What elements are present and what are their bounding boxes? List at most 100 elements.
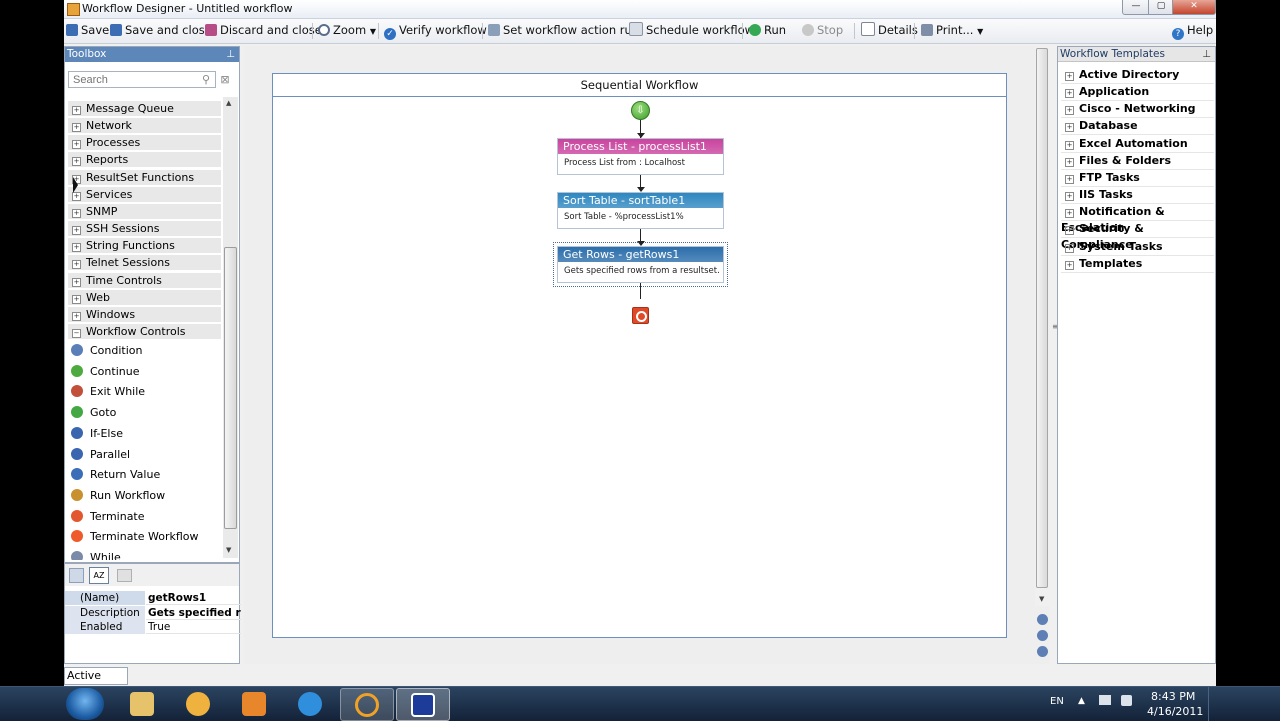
template-category[interactable]: + IIS Tasks: [1061, 187, 1214, 205]
expand-icon[interactable]: +: [72, 157, 81, 167]
taskbar-workflow-designer[interactable]: [396, 688, 450, 721]
volume-icon[interactable]: [1121, 695, 1132, 706]
discard-and-close-button[interactable]: Discard and close: [205, 22, 322, 39]
pin-icon[interactable]: ⊥: [1202, 47, 1211, 62]
toolbox-category[interactable]: + Message Queue: [68, 101, 221, 117]
verify-workflow-button[interactable]: ✓ Verify workflow: [384, 22, 487, 40]
property-value[interactable]: Gets specified rows: [146, 606, 241, 620]
property-value[interactable]: getRows1: [146, 591, 241, 605]
toolbox-category[interactable]: + ResultSet Functions: [68, 169, 221, 186]
expand-icon[interactable]: +: [72, 226, 81, 236]
toolbox-category[interactable]: + Telnet Sessions: [68, 255, 221, 272]
toolbox-category[interactable]: − Workflow Controls: [68, 323, 221, 340]
show-desktop-button[interactable]: [1208, 687, 1217, 721]
expand-icon[interactable]: +: [1065, 226, 1074, 236]
expand-icon[interactable]: +: [72, 260, 81, 270]
expand-icon[interactable]: +: [1065, 174, 1074, 184]
active-logs-tab[interactable]: Active Logs: [64, 667, 128, 686]
template-category[interactable]: + Active Directory: [1061, 67, 1214, 84]
toolbox-item[interactable]: Return Value: [70, 465, 160, 485]
sequential-workflow-designer[interactable]: Sequential Workflow ⇩ Process List - pro…: [272, 73, 1007, 638]
expand-icon[interactable]: +: [72, 140, 81, 150]
property-pages-icon[interactable]: [117, 569, 132, 582]
sort-alphabetical-icon[interactable]: AZ: [89, 567, 109, 584]
clear-search-icon[interactable]: ⊠: [218, 73, 232, 87]
toolbox-category[interactable]: + Windows: [68, 306, 221, 323]
workflow-activity[interactable]: Get Rows - getRows1 Gets specified rows f…: [553, 242, 728, 287]
property-row[interactable]: DescriptionGets specified rows: [65, 605, 241, 620]
expand-icon[interactable]: +: [1065, 123, 1074, 133]
toolbox-category[interactable]: + Services: [68, 186, 221, 203]
expand-icon[interactable]: +: [72, 277, 81, 287]
toolbox-item[interactable]: Parallel: [70, 445, 130, 465]
schedule-workflow-button[interactable]: Schedule workflow: [629, 22, 754, 39]
collapse-icon[interactable]: −: [72, 328, 81, 338]
expand-icon[interactable]: +: [72, 311, 81, 321]
toolbox-category[interactable]: + SSH Sessions: [68, 221, 221, 238]
toolbox-item[interactable]: Goto: [70, 403, 116, 423]
expand-icon[interactable]: +: [1065, 157, 1074, 167]
pin-icon[interactable]: ⊥: [226, 47, 235, 62]
toolbox-category[interactable]: + Processes: [68, 135, 221, 152]
template-category[interactable]: + System Tasks: [1061, 239, 1214, 256]
toolbox-item[interactable]: Condition: [70, 341, 143, 361]
toolbox-item[interactable]: Run Workflow: [70, 486, 165, 506]
expand-icon[interactable]: +: [1065, 140, 1074, 150]
property-value[interactable]: True: [146, 620, 241, 634]
workflow-activity[interactable]: Process List - processList1 Process List …: [557, 138, 724, 175]
taskbar-outlook[interactable]: [172, 688, 224, 719]
expand-icon[interactable]: +: [72, 208, 81, 218]
toolbox-category[interactable]: + Time Controls: [68, 272, 221, 289]
save-button[interactable]: Save: [66, 22, 109, 39]
maximize-button[interactable]: ▢: [1148, 0, 1174, 15]
toolbox-item[interactable]: Terminate: [70, 507, 145, 527]
template-category[interactable]: + FTP Tasks: [1061, 170, 1214, 187]
expand-icon[interactable]: +: [72, 123, 81, 133]
print-button[interactable]: Print... ▼: [921, 22, 983, 39]
taskbar-media-player[interactable]: [228, 688, 280, 719]
expand-icon[interactable]: +: [1065, 89, 1074, 99]
expand-icon[interactable]: +: [72, 106, 81, 115]
toolbox-category[interactable]: + Web: [68, 289, 221, 306]
taskbar-internet-explorer[interactable]: [284, 688, 336, 719]
pan-icon[interactable]: [1037, 630, 1048, 641]
toolbox-category[interactable]: + Reports: [68, 152, 221, 169]
toolbox-category[interactable]: + SNMP: [68, 203, 221, 220]
expand-icon[interactable]: +: [1065, 243, 1074, 253]
expand-icon[interactable]: +: [1065, 260, 1074, 270]
network-icon[interactable]: [1099, 695, 1111, 705]
template-category[interactable]: + Application: [1061, 84, 1214, 102]
toolbox-item[interactable]: Terminate Workflow: [70, 527, 199, 547]
categorized-icon[interactable]: [69, 568, 84, 583]
template-category[interactable]: + Templates: [1061, 256, 1214, 273]
template-category[interactable]: + Excel Automation: [1061, 136, 1214, 153]
toolbox-item[interactable]: Exit While: [70, 382, 145, 402]
tray-expand-icon[interactable]: ▲: [1078, 696, 1085, 706]
expand-icon[interactable]: +: [1065, 72, 1074, 81]
save-and-close-button[interactable]: Save and close: [110, 22, 212, 39]
toolbox-scroll-thumb[interactable]: [224, 247, 237, 529]
template-category[interactable]: + Notification & Escalation: [1061, 204, 1214, 234]
toolbox-item[interactable]: If-Else: [70, 424, 123, 444]
scroll-down-icon[interactable]: ▼: [226, 546, 231, 554]
workflow-activity[interactable]: Sort Table - sortTable1 Sort Table - %pro…: [557, 192, 724, 229]
zoom-button[interactable]: Zoom ▼: [318, 22, 376, 39]
help-button[interactable]: ? Help: [1172, 22, 1213, 40]
expand-icon[interactable]: +: [72, 294, 81, 304]
expand-icon[interactable]: +: [1065, 209, 1074, 219]
expand-icon[interactable]: +: [1065, 106, 1074, 116]
search-icon[interactable]: ⚲: [199, 73, 213, 87]
toolbox-scrollbar[interactable]: ▲ ▼: [223, 97, 238, 558]
zoom-in-icon[interactable]: [1037, 614, 1048, 625]
clock-time[interactable]: 8:43 PM: [1151, 690, 1195, 703]
template-category[interactable]: + Security & Compliance: [1061, 221, 1214, 251]
property-row[interactable]: (Name) getRows1: [65, 591, 241, 605]
property-row[interactable]: Enabled True: [65, 620, 241, 634]
expand-icon[interactable]: +: [1065, 192, 1074, 202]
toolbox-category[interactable]: + String Functions: [68, 238, 221, 255]
designer-scroll-thumb[interactable]: [1036, 48, 1048, 588]
designer-scrollbar[interactable]: ▼: [1035, 46, 1050, 606]
scroll-down-icon[interactable]: ▼: [1039, 595, 1044, 603]
language-indicator[interactable]: EN: [1050, 696, 1064, 707]
minimize-button[interactable]: —: [1122, 0, 1150, 15]
